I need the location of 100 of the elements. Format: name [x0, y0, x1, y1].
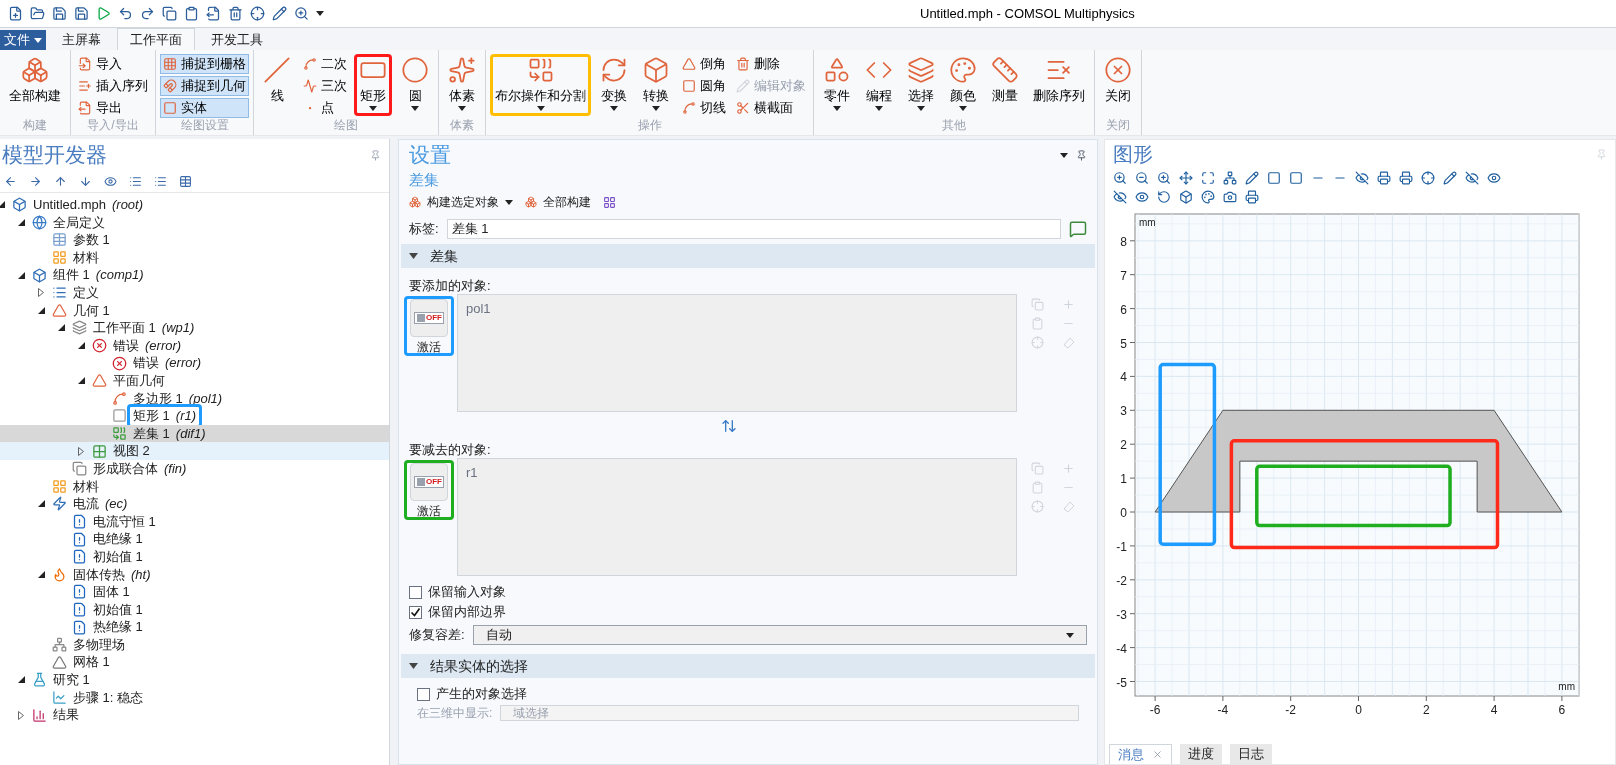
- section-header[interactable]: 结果实体的选择: [401, 654, 1095, 678]
- toggle-button[interactable]: 捕捉到几何: [160, 76, 249, 96]
- toggle-button[interactable]: 捕捉到栅格: [160, 54, 249, 74]
- pencil-icon[interactable]: [1443, 170, 1457, 185]
- tree-item[interactable]: 材料: [0, 248, 389, 267]
- zoom-box-icon[interactable]: [1157, 170, 1171, 185]
- ribbon-button[interactable]: 导入: [75, 54, 151, 74]
- ribbon-button[interactable]: 体素: [443, 54, 481, 116]
- tree-item[interactable]: 错误 (error): [0, 354, 389, 372]
- expanded-triangle-icon[interactable]: [0, 201, 5, 209]
- play-icon[interactable]: [96, 6, 111, 21]
- checkbox[interactable]: [409, 585, 422, 599]
- printer-icon[interactable]: [1245, 189, 1259, 204]
- eye-off-icon[interactable]: [1465, 170, 1479, 185]
- ribbon-tab[interactable]: 工作平面: [117, 28, 195, 50]
- tree-item[interactable]: 初始值 1: [0, 600, 389, 619]
- tree-item[interactable]: 工作平面 1 (wp1): [0, 319, 389, 337]
- tree-item[interactable]: 视图 2: [0, 442, 389, 460]
- panel-tab[interactable]: 日志: [1230, 744, 1272, 764]
- eye-icon[interactable]: [1135, 189, 1149, 204]
- ribbon-button[interactable]: 测量: [986, 54, 1024, 116]
- expanded-triangle-icon[interactable]: [37, 570, 45, 578]
- undo-icon[interactable]: [118, 6, 133, 21]
- eye-off-icon[interactable]: [1113, 189, 1127, 204]
- tree-item[interactable]: 初始值 1: [0, 547, 389, 566]
- file-export-icon[interactable]: [206, 6, 221, 21]
- tree-item[interactable]: 研究 1: [0, 671, 389, 689]
- forward-arrow-icon[interactable]: [29, 175, 42, 188]
- save-as-icon[interactable]: [74, 6, 89, 21]
- tree-item[interactable]: 材料: [0, 477, 389, 496]
- selection-list[interactable]: r1: [457, 458, 1017, 576]
- checkbox[interactable]: [417, 687, 430, 701]
- list-item[interactable]: r1: [466, 463, 1008, 483]
- ribbon-tab[interactable]: 开发工具: [199, 30, 275, 50]
- ribbon-button[interactable]: 插入序列: [75, 76, 151, 96]
- toolbar-button[interactable]: 构建选定对象: [409, 193, 513, 211]
- ribbon-button[interactable]: 三次: [300, 76, 350, 96]
- clipboard-icon[interactable]: [184, 6, 199, 21]
- tree-item[interactable]: 网格 1: [0, 653, 389, 672]
- trash-icon[interactable]: [228, 6, 243, 21]
- square-icon[interactable]: [1267, 170, 1281, 185]
- redo-icon[interactable]: [140, 6, 155, 21]
- expanded-triangle-icon[interactable]: [37, 500, 45, 508]
- ribbon-button[interactable]: 编程: [860, 54, 898, 116]
- toolbar-button[interactable]: 全部构建: [525, 193, 591, 211]
- ribbon-button[interactable]: 倒角: [679, 54, 729, 74]
- ribbon-button[interactable]: 全部构建: [4, 54, 66, 116]
- ribbon-button[interactable]: 切线: [679, 98, 729, 118]
- comment-icon[interactable]: [1069, 220, 1087, 238]
- zoom-icon[interactable]: [294, 6, 309, 21]
- tree-item[interactable]: 组件 1 (comp1): [0, 266, 389, 284]
- activate-button[interactable]: OFF: [410, 463, 448, 501]
- label-field[interactable]: 差集 1: [446, 219, 1061, 239]
- expanded-triangle-icon[interactable]: [77, 342, 85, 350]
- tolerance-dropdown[interactable]: 自动: [472, 625, 1087, 645]
- down-arrow-icon[interactable]: [79, 175, 92, 188]
- ribbon-tab[interactable]: 主屏幕: [50, 30, 113, 50]
- pin-icon[interactable]: [1076, 149, 1087, 161]
- palette-icon[interactable]: [1201, 189, 1215, 204]
- tree-item[interactable]: 形成联合体 (fin): [0, 459, 389, 478]
- ribbon-button[interactable]: 矩形: [354, 54, 392, 116]
- square-icon[interactable]: [1289, 170, 1303, 185]
- tree-item[interactable]: Untitled.mph (root): [0, 196, 389, 214]
- tree-item[interactable]: 定义: [0, 283, 389, 302]
- toggle-button[interactable]: 实体: [160, 98, 249, 118]
- pan-icon[interactable]: [1179, 170, 1193, 185]
- ribbon-button[interactable]: 颜色: [944, 54, 982, 116]
- ribbon-button[interactable]: 导出: [75, 98, 151, 118]
- swap-arrows-icon[interactable]: [721, 418, 737, 434]
- tree-item[interactable]: 错误 (error): [0, 336, 389, 355]
- tree-item[interactable]: 电绝缘 1: [0, 530, 389, 548]
- ribbon-button[interactable]: 零件: [818, 54, 856, 116]
- ribbon-button[interactable]: 布尔操作和分割: [490, 54, 591, 116]
- tree-item[interactable]: 差集 1 (dif1): [0, 424, 389, 443]
- grid-icon[interactable]: [603, 195, 616, 209]
- list-item[interactable]: pol1: [466, 299, 1008, 319]
- expanded-triangle-icon[interactable]: [17, 676, 25, 684]
- panel-tab[interactable]: 进度: [1180, 744, 1222, 764]
- copy-icon[interactable]: [162, 6, 177, 21]
- up-arrow-icon[interactable]: [54, 175, 67, 188]
- ribbon-button[interactable]: 删除序列: [1028, 54, 1090, 116]
- tree-item[interactable]: 电流 (ec): [0, 495, 389, 513]
- ribbon-button[interactable]: 转换: [637, 54, 675, 116]
- tree-item[interactable]: 几何 1: [0, 301, 389, 320]
- folder-icon[interactable]: [30, 6, 45, 21]
- ribbon-button[interactable]: 横截面: [733, 98, 809, 118]
- expanded-triangle-icon[interactable]: [57, 324, 65, 332]
- collapsed-triangle-icon[interactable]: [38, 288, 44, 298]
- eye-icon[interactable]: [1487, 170, 1501, 185]
- ribbon-button[interactable]: 关闭: [1099, 54, 1137, 116]
- eye-icon[interactable]: [104, 175, 117, 188]
- tree-item[interactable]: 结果: [0, 706, 389, 724]
- printer-icon[interactable]: [1377, 170, 1391, 185]
- expanded-triangle-icon[interactable]: [17, 218, 25, 226]
- selection-list[interactable]: pol1: [457, 294, 1017, 412]
- tree-item[interactable]: 热绝缘 1: [0, 618, 389, 636]
- tree-item[interactable]: 步骤 1: 稳态: [0, 688, 389, 707]
- expanded-triangle-icon[interactable]: [17, 271, 25, 279]
- printer-icon[interactable]: [1399, 170, 1413, 185]
- ribbon-button[interactable]: 圆角: [679, 76, 729, 96]
